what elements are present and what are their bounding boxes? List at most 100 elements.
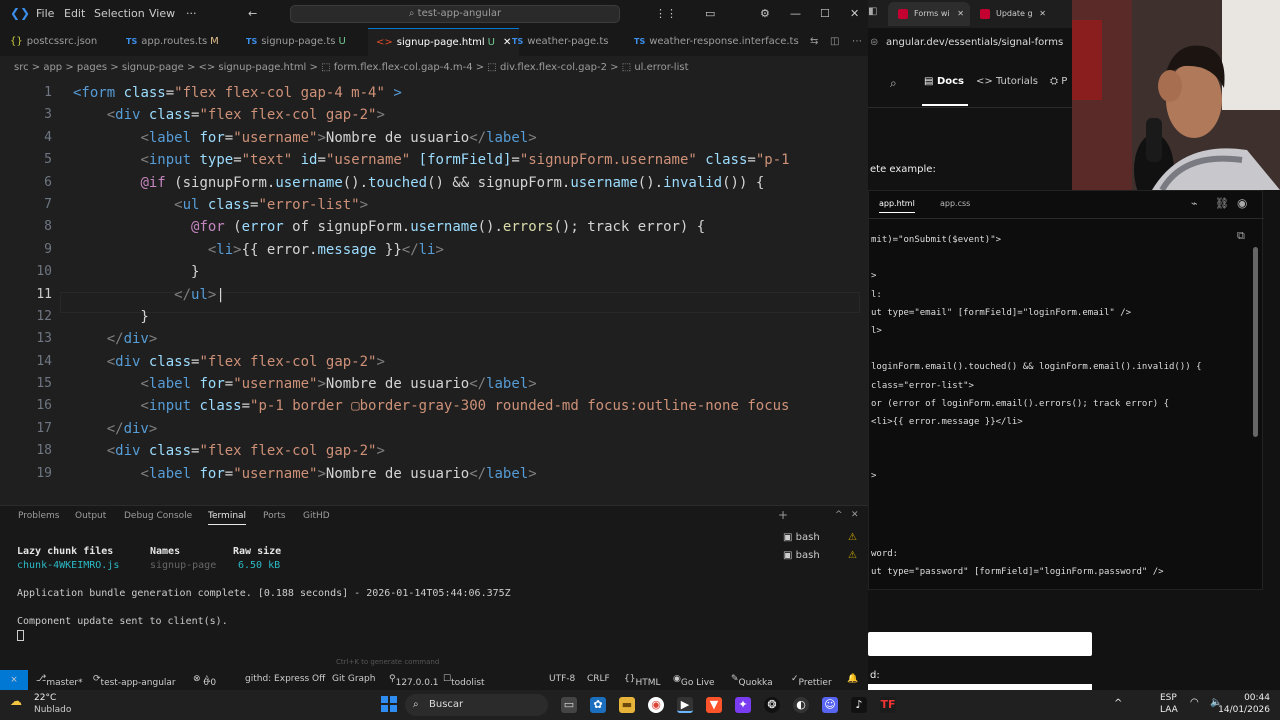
code-line[interactable]: <label for="username">Nombre de usuario<… bbox=[73, 127, 863, 149]
maximize-panel-icon[interactable]: ^ bbox=[835, 510, 843, 520]
tiktok-icon[interactable]: ♪ bbox=[851, 697, 867, 713]
menu-view[interactable]: View bbox=[149, 7, 175, 20]
panel-tab-ports[interactable]: Ports bbox=[263, 511, 286, 521]
code-line[interactable]: <label for="username">Nombre de usuario<… bbox=[73, 373, 863, 395]
panel-tab-debug-console[interactable]: Debug Console bbox=[124, 511, 192, 521]
remote-icon[interactable]: ⨯ bbox=[0, 670, 28, 690]
code-line[interactable]: <input class="p-1 border ▢border-gray-30… bbox=[73, 395, 863, 417]
encoding-indicator[interactable]: UTF-8 bbox=[549, 674, 575, 684]
close-icon[interactable]: ✕ bbox=[850, 7, 859, 20]
file-tab-app-css[interactable]: app.css bbox=[940, 199, 970, 208]
quokka-indicator[interactable]: ✎ Quokka bbox=[731, 674, 773, 688]
layout-icon[interactable]: ⋮⋮ bbox=[655, 7, 677, 20]
project-indicator[interactable]: ⟳ test-app-angular bbox=[93, 674, 176, 688]
add-terminal-icon[interactable]: + bbox=[778, 508, 788, 522]
code-line[interactable]: <div class="flex flex-col gap-2"> bbox=[73, 440, 863, 462]
code-line[interactable]: <div class="flex flex-col gap-2"> bbox=[73, 351, 863, 373]
close-tab-icon[interactable]: ✕ bbox=[957, 2, 964, 26]
minimize-icon[interactable]: — bbox=[790, 7, 801, 20]
brave-icon[interactable]: ▼ bbox=[706, 697, 722, 713]
taskbar-search[interactable]: ⌕ Buscar bbox=[405, 694, 548, 716]
code-line[interactable]: </div> bbox=[73, 418, 863, 440]
breadcrumb[interactable]: src > app > pages > signup-page > <> sig… bbox=[14, 62, 689, 73]
close-tab-icon[interactable]: ✕ bbox=[503, 37, 511, 48]
menu-more[interactable]: ··· bbox=[186, 7, 197, 20]
host-indicator[interactable]: ⚲ 127.0.0.1 bbox=[389, 674, 439, 688]
discord-icon[interactable]: ☺ bbox=[822, 697, 838, 713]
menu-edit[interactable]: Edit bbox=[64, 7, 85, 20]
tab-weather-response[interactable]: TS weather-response.interface.ts bbox=[634, 28, 799, 56]
code-line[interactable]: <label for="username">Nombre de usuario<… bbox=[73, 463, 863, 485]
compare-icon[interactable]: ⇆ bbox=[810, 28, 818, 56]
back-arrow-icon[interactable]: ← bbox=[248, 7, 257, 20]
app-icon[interactable]: ✦ bbox=[735, 697, 751, 713]
browser-tab-forms[interactable]: Forms wi ✕ bbox=[888, 2, 970, 26]
copy-icon[interactable]: ⧉ bbox=[1237, 229, 1245, 243]
problems-indicator[interactable]: ⊗ 0 △ 0 bbox=[193, 674, 216, 688]
terminal-app-icon[interactable]: ▶ bbox=[677, 697, 693, 713]
app-tf-icon[interactable]: TF bbox=[880, 697, 896, 713]
code-line[interactable]: @for (error of signupForm.username().err… bbox=[73, 216, 863, 238]
copilot-icon[interactable]: ✿ bbox=[590, 697, 606, 713]
wifi-icon[interactable]: ◠ bbox=[1190, 697, 1199, 708]
code-line[interactable]: <ul class="error-list"> bbox=[73, 194, 863, 216]
link-icon[interactable]: ⛓ bbox=[1215, 197, 1229, 210]
browser-tab-update[interactable]: Update g ✕ bbox=[970, 2, 1052, 26]
file-explorer-icon[interactable]: ▬ bbox=[619, 697, 635, 713]
sidebar-toggle-icon[interactable]: ◧ bbox=[868, 6, 880, 20]
tab-app-routes[interactable]: TS app.routes.ts M bbox=[126, 28, 219, 56]
panel-tab-terminal[interactable]: Terminal bbox=[208, 511, 247, 525]
terminal-instance[interactable]: ▣ bash ⚠ bbox=[783, 550, 863, 566]
code-line[interactable]: <div class="flex flex-col gap-2"> bbox=[73, 104, 863, 126]
more-actions-icon[interactable]: ⋯ bbox=[852, 28, 862, 56]
tab-signup-page-html[interactable]: <> signup-page.html U ✕ bbox=[368, 28, 520, 56]
code-line[interactable]: </ul>| bbox=[73, 284, 863, 306]
branch-indicator[interactable]: ⎇ master* bbox=[36, 674, 83, 688]
search-icon[interactable]: ⌕ bbox=[890, 76, 897, 91]
code-line[interactable]: <li>{{ error.message }}</li> bbox=[73, 239, 863, 261]
close-panel-icon[interactable]: ✕ bbox=[851, 510, 859, 520]
code-line[interactable]: } bbox=[73, 306, 863, 328]
panel-tab-output[interactable]: Output bbox=[75, 511, 106, 521]
nav-tutorials[interactable]: <> Tutorials bbox=[976, 76, 1038, 87]
tab-weather-page[interactable]: TS weather-page.ts bbox=[512, 28, 608, 56]
clock-time[interactable]: 00:44 bbox=[1230, 693, 1270, 703]
panel-toggle-icon[interactable]: ▭ bbox=[705, 7, 715, 20]
panel-tab-problems[interactable]: Problems bbox=[18, 511, 59, 521]
tray-expand-icon[interactable]: ^ bbox=[1114, 698, 1122, 709]
panel-tab-githd[interactable]: GitHD bbox=[303, 511, 330, 521]
unlink-icon[interactable]: ⌁ bbox=[1191, 197, 1198, 210]
todolist-indicator[interactable]: ☐ todolist bbox=[443, 674, 485, 688]
git-graph-button[interactable]: Git Graph bbox=[332, 674, 375, 684]
command-center[interactable]: ⌕ test-app-angular bbox=[290, 5, 620, 23]
githd-status[interactable]: githd: Express Off bbox=[245, 674, 325, 684]
go-live-button[interactable]: ◉ Go Live bbox=[673, 674, 715, 688]
language-indicator[interactable]: {} HTML bbox=[624, 674, 661, 688]
weather-temp[interactable]: 22°C bbox=[34, 693, 56, 703]
address-bar[interactable]: ⊜ angular.dev/essentials/signal-forms bbox=[868, 32, 1088, 54]
chrome-icon[interactable]: ◉ bbox=[648, 697, 664, 713]
code-scrollbar[interactable] bbox=[1253, 247, 1258, 437]
code-line[interactable]: <input type="text" id="username" [formFi… bbox=[73, 149, 863, 171]
code-line[interactable]: @if (signupForm.username().touched() && … bbox=[73, 172, 863, 194]
file-tab-app-html[interactable]: app.html bbox=[879, 199, 915, 213]
nav-docs[interactable]: ▤ Docs bbox=[924, 76, 964, 87]
nav-playground[interactable]: ⛭ P bbox=[1050, 76, 1067, 87]
task-view-icon[interactable]: ▭ bbox=[561, 697, 577, 713]
split-editor-icon[interactable]: ◫ bbox=[830, 28, 839, 56]
prettier-indicator[interactable]: ✓ Prettier bbox=[791, 674, 832, 688]
maximize-icon[interactable]: ☐ bbox=[820, 7, 830, 20]
code-line[interactable]: } bbox=[73, 261, 863, 283]
notifications-icon[interactable]: 🔔 bbox=[847, 674, 858, 684]
result-input-field[interactable] bbox=[868, 632, 1092, 656]
gear-icon[interactable]: ⚙ bbox=[760, 7, 770, 20]
code-editor[interactable]: <form class="flex flex-col gap-4 m-4" > … bbox=[73, 82, 863, 485]
github-icon[interactable]: ◉ bbox=[1237, 196, 1247, 210]
tab-signup-page-ts[interactable]: TS signup-page.ts U bbox=[246, 28, 346, 56]
tab-postcssrc[interactable]: {} postcssrc.json bbox=[10, 28, 97, 56]
terminal-instance[interactable]: ▣ bash ⚠ bbox=[783, 532, 863, 548]
code-line[interactable]: <form class="flex flex-col gap-4 m-4" > bbox=[73, 82, 863, 104]
menu-file[interactable]: File bbox=[36, 7, 54, 20]
close-tab-icon[interactable]: ✕ bbox=[1039, 2, 1046, 26]
start-button[interactable] bbox=[381, 696, 397, 712]
